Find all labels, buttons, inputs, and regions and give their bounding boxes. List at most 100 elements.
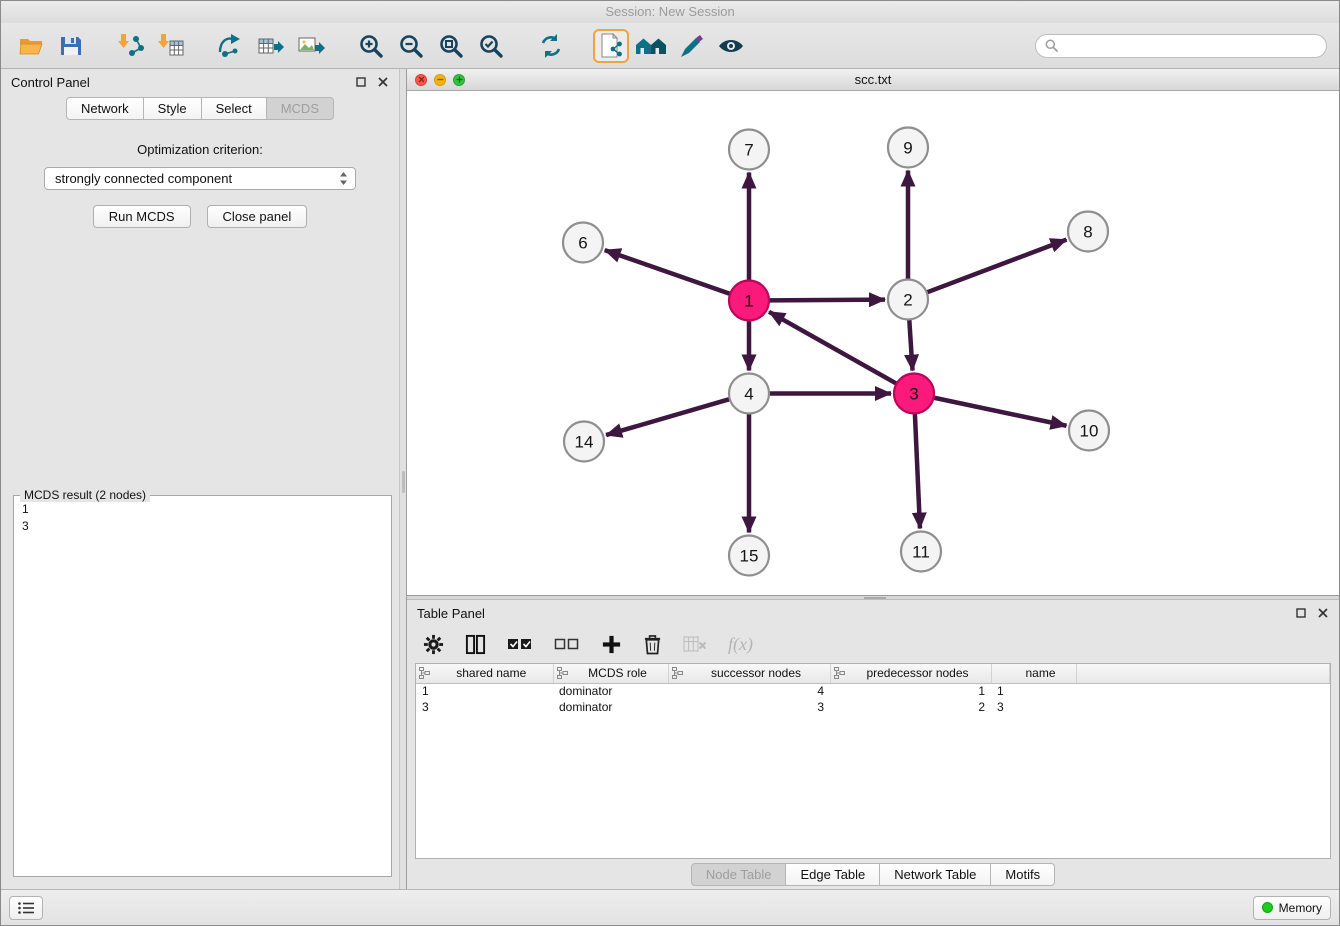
save-session-button[interactable] (53, 29, 89, 63)
table-panel-title: Table Panel (417, 606, 485, 621)
close-icon (378, 77, 388, 87)
run-mcds-button[interactable]: Run MCDS (93, 205, 191, 228)
cell-successor-nodes[interactable]: 3 (668, 699, 830, 715)
export-image-button[interactable] (293, 29, 329, 63)
column-header-shared-name[interactable]: shared name (416, 664, 553, 683)
memory-label: Memory (1279, 901, 1322, 915)
cell-shared-name[interactable]: 3 (416, 699, 553, 715)
delete-column-icon (683, 634, 707, 654)
open-file-button[interactable] (13, 29, 49, 63)
zoom-selected-button[interactable] (473, 29, 509, 63)
window-minimize-button[interactable] (434, 74, 446, 86)
import-network-button[interactable] (113, 29, 149, 63)
cell-mcds-role[interactable]: dominator (553, 699, 668, 715)
mcds-buttons: Run MCDS Close panel (1, 205, 399, 228)
new-network-icon (217, 33, 245, 59)
new-network-button[interactable] (213, 29, 249, 63)
table-row[interactable]: 3 dominator 3 2 3 (416, 699, 1330, 715)
home-layout-button[interactable] (633, 29, 669, 63)
refresh-view-button[interactable] (533, 29, 569, 63)
main-toolbar (1, 23, 1339, 69)
graph-node-label-14: 14 (575, 433, 594, 452)
cell-successor-nodes[interactable]: 4 (668, 683, 830, 699)
apply-style-button[interactable] (673, 29, 709, 63)
refresh-icon (538, 33, 564, 59)
window-close-button[interactable] (415, 74, 427, 86)
close-panel-button-mcds[interactable]: Close panel (207, 205, 308, 228)
graph-edge-2-3[interactable] (909, 319, 912, 370)
control-panel-header: Control Panel (1, 69, 399, 95)
add-row-button[interactable] (601, 634, 622, 655)
right-column: scc.txt (407, 69, 1339, 889)
cell-mcds-role[interactable]: dominator (553, 683, 668, 699)
tab-style[interactable]: Style (144, 97, 202, 120)
tab-network[interactable]: Network (66, 97, 144, 120)
import-table-button[interactable] (153, 29, 189, 63)
cell-predecessor-nodes[interactable]: 2 (830, 699, 991, 715)
delete-row-button[interactable] (643, 634, 662, 655)
zoom-in-icon (358, 33, 384, 59)
graph-edge-1-6[interactable] (605, 250, 730, 294)
column-type-icon (834, 667, 845, 679)
graph-edge-4-14[interactable] (606, 399, 730, 435)
network-canvas[interactable]: 1234678910111415 (407, 91, 1339, 595)
zoom-out-button[interactable] (393, 29, 429, 63)
unselect-all-button[interactable] (554, 634, 580, 654)
show-columns-button[interactable] (465, 634, 486, 655)
tab-node-table[interactable]: Node Table (691, 863, 787, 886)
criterion-dropdown[interactable]: strongly connected component (44, 167, 356, 190)
zoom-fit-button[interactable] (433, 29, 469, 63)
tab-mcds[interactable]: MCDS (267, 97, 334, 120)
tab-select[interactable]: Select (202, 97, 267, 120)
delete-column-button[interactable] (683, 634, 707, 654)
graph-edge-3-1[interactable] (769, 312, 897, 384)
graph-edge-2-8[interactable] (927, 240, 1067, 293)
criterion-value: strongly connected component (55, 171, 232, 186)
tab-edge-table[interactable]: Edge Table (786, 863, 880, 886)
search-input[interactable] (1064, 39, 1317, 53)
cell-predecessor-nodes[interactable]: 1 (830, 683, 991, 699)
window-zoom-button[interactable] (453, 74, 465, 86)
show-graphics-details-button[interactable] (713, 29, 749, 63)
cell-name[interactable]: 3 (991, 699, 1076, 715)
graph-edge-3-10[interactable] (934, 398, 1067, 426)
column-header-successor-nodes[interactable]: successor nodes (668, 664, 830, 683)
show-network-file-button[interactable] (593, 29, 629, 63)
graph-edge-3-11[interactable] (915, 413, 920, 528)
float-table-panel-button[interactable] (1295, 607, 1307, 619)
cell-shared-name[interactable]: 1 (416, 683, 553, 699)
node-table: shared name MCDS role successor nodes (415, 663, 1331, 859)
close-panel-button[interactable] (377, 76, 389, 88)
column-header-mcds-role[interactable]: MCDS role (553, 664, 668, 683)
apply-function-button[interactable]: f(x) (728, 634, 753, 655)
export-table-button[interactable] (253, 29, 289, 63)
search-box (1035, 34, 1327, 58)
tab-motifs[interactable]: Motifs (991, 863, 1055, 886)
column-header-predecessor-nodes[interactable]: predecessor nodes (830, 664, 991, 683)
graph-node-label-9: 9 (903, 139, 912, 158)
open-folder-icon (18, 33, 44, 59)
horizontal-splitter[interactable] (407, 596, 1339, 600)
select-all-button[interactable] (507, 634, 533, 654)
unchecked-boxes-icon (554, 634, 580, 654)
close-glyph-icon (418, 76, 425, 83)
column-header-name[interactable]: name (991, 664, 1076, 683)
memory-button[interactable]: Memory (1253, 896, 1331, 920)
table-row[interactable]: 1 dominator 4 1 1 (416, 683, 1330, 699)
graph-node-label-7: 7 (744, 141, 753, 160)
task-history-button[interactable] (9, 896, 43, 920)
cell-name[interactable]: 1 (991, 683, 1076, 699)
splitter-grip (864, 597, 886, 599)
close-table-panel-button[interactable] (1317, 607, 1329, 619)
float-panel-button[interactable] (355, 76, 367, 88)
graph-node-label-3: 3 (909, 385, 918, 404)
table-settings-button[interactable] (423, 634, 444, 655)
graph-edge-1-2[interactable] (769, 300, 885, 301)
panel-splitter[interactable] (399, 69, 407, 889)
close-icon (1318, 608, 1328, 618)
zoom-in-button[interactable] (353, 29, 389, 63)
tab-network-table[interactable]: Network Table (880, 863, 991, 886)
column-header-filler (1076, 664, 1330, 683)
graph-node-label-10: 10 (1080, 422, 1099, 441)
eye-icon (717, 33, 745, 59)
